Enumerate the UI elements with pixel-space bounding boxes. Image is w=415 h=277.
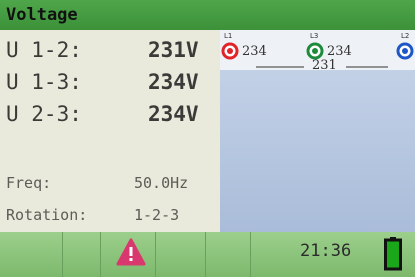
phase-panel: L1 L3 L2 234 234 231 — [220, 30, 415, 232]
terminal-l2-dot — [402, 48, 408, 54]
instrument-screen: Voltage U 1-2: 231V U 1-3: 234V U 2-3: 2… — [0, 0, 415, 277]
rotation-label: Rotation: — [6, 206, 88, 224]
freq-value: 50.0Hz — [134, 174, 189, 192]
clock-time: 21:36 — [300, 241, 352, 261]
rotation-value: 1-2-3 — [134, 206, 180, 224]
voltage-l1-l2: 231 — [312, 58, 337, 73]
status-divider — [205, 232, 206, 277]
terminal-l3-dot — [312, 48, 318, 54]
status-divider — [155, 232, 156, 277]
battery-icon — [384, 237, 402, 271]
status-bar: 21:36 — [0, 232, 415, 277]
warning-triangle-icon[interactable] — [116, 238, 146, 266]
status-divider — [250, 232, 251, 277]
reading-value-u12: 231V — [148, 38, 199, 62]
status-divider — [100, 232, 101, 277]
terminal-l1-tag: L1 — [224, 32, 233, 40]
reading-value-u23: 234V — [148, 102, 199, 126]
freq-label: Freq: — [6, 174, 52, 192]
status-divider — [62, 232, 63, 277]
voltage-l3-l2: 234 — [327, 44, 352, 59]
terminal-l2-tag: L2 — [401, 32, 410, 40]
readings-panel: U 1-2: 231V U 1-3: 234V U 2-3: 234V Freq… — [0, 30, 220, 232]
reading-label-u12: U 1-2: — [6, 38, 82, 62]
phase-diagram: L1 L3 L2 234 234 231 — [220, 30, 415, 73]
screen-title: Voltage — [0, 0, 415, 30]
terminal-l1-dot — [227, 48, 233, 54]
reading-label-u23: U 2-3: — [6, 102, 82, 126]
voltage-l1-l3: 234 — [242, 44, 267, 59]
reading-label-u13: U 1-3: — [6, 70, 82, 94]
reading-value-u13: 234V — [148, 70, 199, 94]
terminal-l3-tag: L3 — [310, 32, 319, 40]
